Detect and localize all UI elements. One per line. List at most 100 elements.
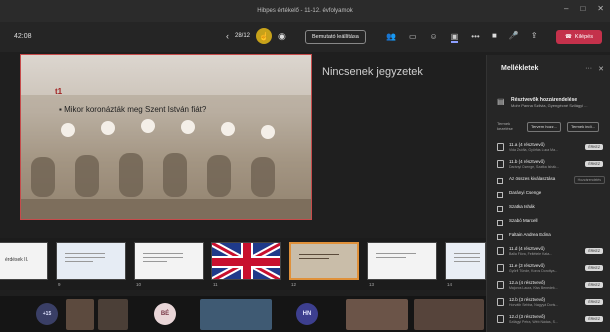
slide-thumbnail[interactable] bbox=[445, 242, 486, 280]
participant-video[interactable] bbox=[66, 299, 94, 330]
more-icon[interactable]: ··· bbox=[585, 65, 592, 73]
meeting-toolbar: 42:08 ‹ 28/12 ☝ ◉ Bemutató leállítása 👥 … bbox=[0, 22, 610, 52]
close-panel-icon[interactable]: ✕ bbox=[598, 65, 604, 73]
assign-selected-button[interactable]: Hozzárendelés bbox=[573, 176, 605, 184]
start-rooms-button[interactable]: Termek indí... bbox=[567, 122, 600, 132]
slide-number: 9 bbox=[58, 282, 61, 287]
item-members: Szilágyi Petra, Wéb Nádas, S... bbox=[509, 320, 558, 324]
rooms-icon[interactable]: ▣ bbox=[450, 32, 459, 43]
slide-thumbnail[interactable]: érdések II. bbox=[0, 242, 48, 280]
close-icon[interactable]: ✕ bbox=[597, 4, 604, 13]
room-item[interactable]: 12.b (3 résztvevő) Horváth Sebba, Nagyyá … bbox=[497, 296, 607, 311]
notes-placeholder: Nincsenek jegyzetek bbox=[322, 66, 423, 78]
room-icon bbox=[497, 247, 504, 255]
item-name: 11.e (3 résztvevő) bbox=[509, 263, 545, 268]
slide-navigation: ‹ 28/12 ☝ ◉ bbox=[226, 28, 286, 44]
room-icon bbox=[497, 160, 504, 168]
participant-avatar[interactable]: HN bbox=[296, 303, 318, 325]
room-item[interactable]: 11.b (4 résztvevő) Darányi Csenge, Szatka… bbox=[497, 158, 607, 173]
checkbox[interactable] bbox=[497, 192, 503, 198]
more-participants-badge[interactable]: +15 bbox=[36, 303, 58, 325]
item-members: Győrfi Tünde, Koros Dorottya... bbox=[509, 269, 558, 273]
checkbox[interactable] bbox=[497, 178, 503, 184]
room-list: 11.a (4 résztvevő) Vida Zsófia, Győrfás L… bbox=[497, 141, 607, 330]
camera-icon[interactable]: ■ bbox=[492, 31, 497, 40]
participant-item[interactable]: Szatka Ishák bbox=[497, 203, 607, 215]
media-controls: ■ 🎤 ⇪ bbox=[492, 31, 538, 40]
room-icon bbox=[497, 281, 504, 289]
meeting-tools: 👥 ▭ ☺ ▣ ••• bbox=[386, 32, 480, 43]
item-name: Szatka Ishák bbox=[509, 204, 535, 209]
rooms-label: Termek kezelése bbox=[497, 121, 513, 131]
status-badge: ÉRKEZ bbox=[585, 265, 603, 271]
window-controls: – □ ✕ bbox=[564, 4, 604, 13]
chat-icon[interactable]: ▭ bbox=[409, 32, 417, 43]
union-jack-image bbox=[212, 243, 280, 279]
slide-thumbnail[interactable] bbox=[56, 242, 126, 280]
item-name: Az összes kiválasztása bbox=[509, 176, 556, 181]
slide-thumbnail[interactable] bbox=[134, 242, 204, 280]
item-name: Faltain Andrea Edina bbox=[509, 232, 551, 237]
slide-thumbnail-flag[interactable] bbox=[211, 242, 281, 280]
room-item[interactable]: 12.a (4 résztvevő) Majoros Laura, Kiss Be… bbox=[497, 279, 607, 294]
checkbox[interactable] bbox=[497, 220, 503, 226]
mic-icon[interactable]: 🎤 bbox=[509, 31, 519, 40]
status-badge: ÉRKEZ bbox=[585, 316, 603, 322]
room-item[interactable]: 11.a (4 résztvevő) Vida Zsófia, Győrfás L… bbox=[497, 141, 607, 156]
assign-button[interactable]: Tervem hozz... bbox=[527, 122, 562, 132]
participant-video[interactable] bbox=[414, 299, 484, 330]
slide-number: 12 bbox=[291, 282, 297, 287]
more-icon[interactable]: ••• bbox=[471, 32, 479, 43]
item-name: Darányi Csenge bbox=[509, 190, 542, 195]
item-members: Balla Flóra, Feltétele Kata... bbox=[509, 252, 553, 256]
attendance-assignment[interactable]: ▤ Résztvevők hozzárendelése Mohr Panna S… bbox=[497, 97, 605, 108]
slide-bullet: ▪ Mikor koronázták meg Szent István fiát… bbox=[59, 105, 207, 114]
item-name: 11.b (4 résztvevő) bbox=[509, 159, 545, 164]
item-members: Majoros Laura, Kiss Benedek... bbox=[509, 286, 558, 290]
room-icon bbox=[497, 143, 504, 151]
title-bar: Hibpes értékelő - 11-12. évfolyamok – □ … bbox=[0, 0, 610, 22]
assignment-subtitle: Mohr Panna Szilvia, Gyengécné Szilágyi .… bbox=[511, 103, 588, 108]
participant-item[interactable]: Szabó Marcell bbox=[497, 217, 607, 229]
people-icon[interactable]: 👥 bbox=[386, 32, 396, 43]
leave-button[interactable]: ☎ Kilépés bbox=[556, 30, 602, 44]
eye-icon[interactable]: ◉ bbox=[278, 31, 286, 42]
thumbnail-title: érdések II. bbox=[5, 257, 29, 263]
stop-presenting-button[interactable]: Bemutató leállítása bbox=[305, 30, 366, 44]
slide-thumbnail-current[interactable] bbox=[289, 242, 359, 280]
laser-pointer-icon[interactable]: ☝ bbox=[256, 28, 273, 44]
room-item[interactable]: 11.e (3 résztvevő) Győrfi Tünde, Koros Do… bbox=[497, 262, 607, 277]
assignment-icon: ▤ bbox=[497, 97, 505, 106]
meeting-timer: 42:08 bbox=[14, 33, 32, 40]
room-item[interactable]: 12.d (3 résztvevő) Szilágyi Petra, Wéb Ná… bbox=[497, 313, 607, 328]
minimize-icon[interactable]: – bbox=[564, 4, 568, 13]
item-name: 12.a (4 résztvevő) bbox=[509, 280, 546, 285]
checkbox[interactable] bbox=[497, 234, 503, 240]
room-icon bbox=[497, 315, 504, 323]
item-members: Vida Zsófia, Győrfás Luca Ma... bbox=[509, 148, 558, 152]
item-name: Szabó Marcell bbox=[509, 218, 538, 223]
slide-counter: 28/12 bbox=[235, 33, 251, 39]
phone-icon: ☎ bbox=[565, 34, 572, 40]
window-title: Hibpes értékelő - 11-12. évfolyamok bbox=[257, 8, 353, 14]
checkbox[interactable] bbox=[497, 206, 503, 212]
slide-thumbnail[interactable] bbox=[367, 242, 437, 280]
participant-item[interactable]: Az összes kiválasztása Hozzárendelés bbox=[497, 175, 607, 187]
participant-video[interactable] bbox=[346, 299, 408, 330]
slide-question: Mikor koronázták meg Szent István fiát? bbox=[64, 105, 207, 114]
item-members: Horváth Sebba, Nagyyá Doris... bbox=[509, 303, 559, 307]
room-item[interactable]: 11.d (4 résztvevő) Balla Flóra, Feltétele… bbox=[497, 245, 607, 260]
reactions-icon[interactable]: ☺ bbox=[430, 32, 438, 43]
share-icon[interactable]: ⇪ bbox=[531, 31, 538, 40]
participant-avatar[interactable]: BÉ bbox=[154, 303, 176, 325]
participant-video[interactable] bbox=[200, 299, 272, 330]
maximize-icon[interactable]: □ bbox=[580, 4, 585, 13]
item-name: 11.d (4 résztvevő) bbox=[509, 246, 545, 251]
slide-filmstrip: érdések II. 9 10 11 12 13 14 bbox=[0, 238, 486, 290]
previous-slide-icon[interactable]: ‹ bbox=[226, 31, 229, 41]
participant-item[interactable]: Darányi Csenge bbox=[497, 189, 607, 201]
participant-item[interactable]: Faltain Andrea Edina bbox=[497, 231, 607, 243]
status-badge: ÉRKEZ bbox=[585, 144, 603, 150]
item-name: 12.b (3 résztvevő) bbox=[509, 297, 546, 302]
participant-video[interactable] bbox=[98, 299, 128, 330]
